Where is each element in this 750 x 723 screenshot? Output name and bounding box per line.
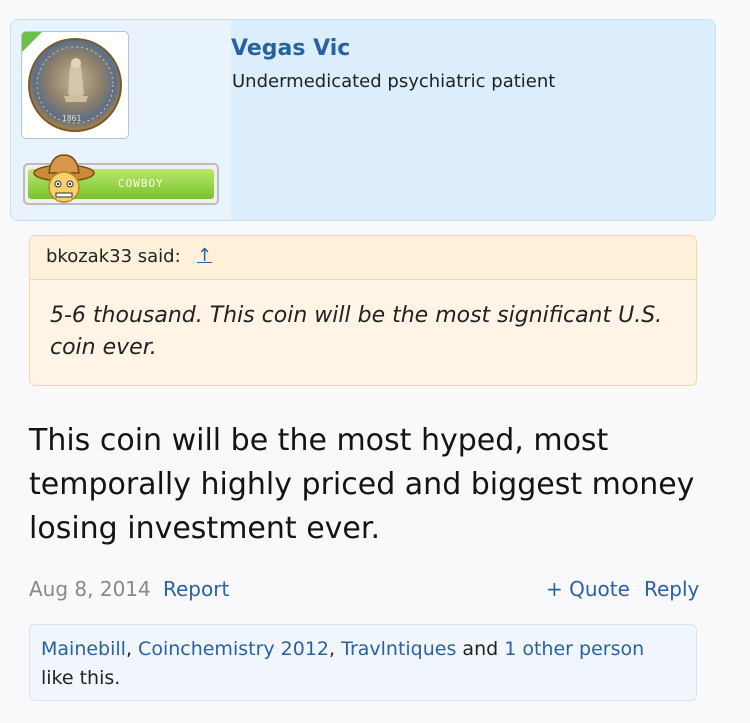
like-user-link[interactable]: Travlntiques [341, 638, 456, 660]
user-card: 1861 COWBOY Vegas Vic Undermedicated psy… [10, 19, 716, 221]
post-body: This coin will be the most hyped, most t… [29, 423, 695, 546]
like-user-link[interactable]: Mainebill [41, 638, 126, 660]
jump-to-quote-icon[interactable]: ↑ [197, 245, 212, 266]
like-user-link[interactable]: Coinchemistry 2012 [138, 638, 329, 660]
likes-and-text: and [456, 638, 505, 660]
online-indicator [22, 32, 42, 52]
post-date[interactable]: Aug 8, 2014 [29, 577, 151, 601]
reply-button[interactable]: Reply [644, 577, 699, 601]
avatar-column: 1861 COWBOY [11, 20, 231, 220]
username-link[interactable]: Vegas Vic [231, 36, 350, 61]
likes-separator: , [329, 638, 342, 660]
report-link[interactable]: Report [163, 577, 229, 601]
user-title: Undermedicated psychiatric patient [232, 71, 556, 92]
cowboy-face-icon [33, 154, 95, 203]
quote-text: 5-6 thousand. This coin will be the most… [50, 303, 663, 360]
avatar[interactable]: 1861 [21, 31, 129, 139]
avatar-year: 1861 [62, 114, 82, 123]
badge-label: COWBOY [118, 177, 164, 190]
quote-author: bkozak33 said: [46, 246, 181, 267]
quote-button[interactable]: + Quote [546, 577, 630, 601]
user-badge: COWBOY [23, 154, 219, 205]
other-likers-link[interactable]: 1 other person [504, 638, 644, 660]
likes-line: Mainebill, Coinchemistry 2012, Travlntiq… [41, 638, 644, 660]
quote-block: bkozak33 said: ↑ 5-6 thousand. This coin… [29, 235, 697, 386]
likes-summary: Mainebill, Coinchemistry 2012, Travlntiq… [29, 624, 697, 701]
likes-separator: , [125, 638, 139, 660]
quote-header: bkozak33 said: ↑ [30, 236, 696, 280]
likes-suffix: like this. [41, 667, 121, 689]
